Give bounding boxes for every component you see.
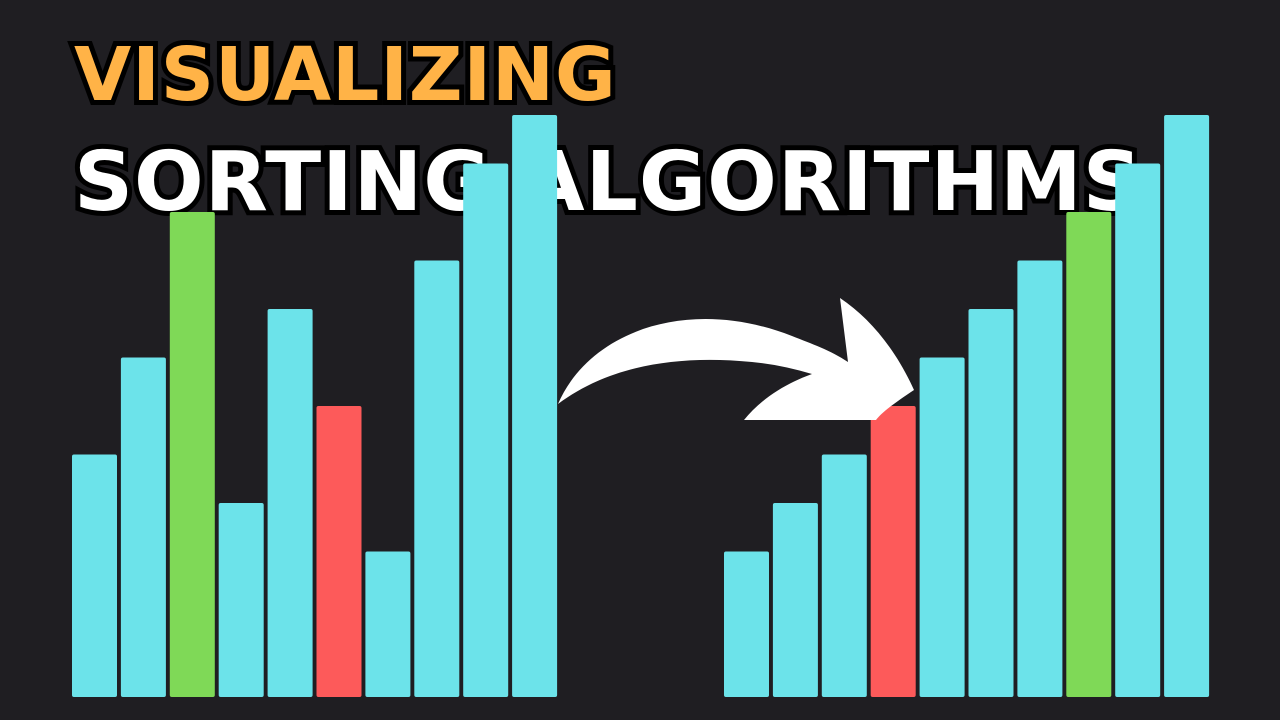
unsorted-bar-group bbox=[72, 115, 558, 697]
sorted-bar-8 bbox=[1066, 212, 1112, 697]
sorted-bar-3 bbox=[821, 454, 867, 697]
unsorted-bar-10 bbox=[512, 115, 558, 697]
unsorted-bar-2 bbox=[120, 357, 166, 697]
sorted-bar-10 bbox=[1164, 115, 1210, 697]
sorted-bar-2 bbox=[772, 503, 818, 697]
unsorted-bar-5 bbox=[267, 309, 313, 697]
unsorted-bar-8 bbox=[414, 260, 460, 697]
unsorted-bar-7 bbox=[365, 551, 411, 697]
unsorted-bar-1 bbox=[72, 454, 117, 697]
unsorted-bar-9 bbox=[463, 163, 509, 697]
sorted-bar-4 bbox=[870, 406, 916, 697]
sorted-bar-6 bbox=[968, 309, 1014, 697]
curved-arrow-right-icon bbox=[558, 298, 914, 420]
sorted-bar-1 bbox=[724, 551, 769, 697]
unsorted-bar-4 bbox=[218, 503, 264, 697]
sorted-bar-7 bbox=[1017, 260, 1063, 697]
sorting-visualization bbox=[72, 115, 1210, 697]
unsorted-bar-6 bbox=[316, 406, 362, 697]
unsorted-bar-3 bbox=[169, 212, 215, 697]
sorted-bar-5 bbox=[919, 357, 965, 697]
sorted-bar-9 bbox=[1115, 163, 1161, 697]
